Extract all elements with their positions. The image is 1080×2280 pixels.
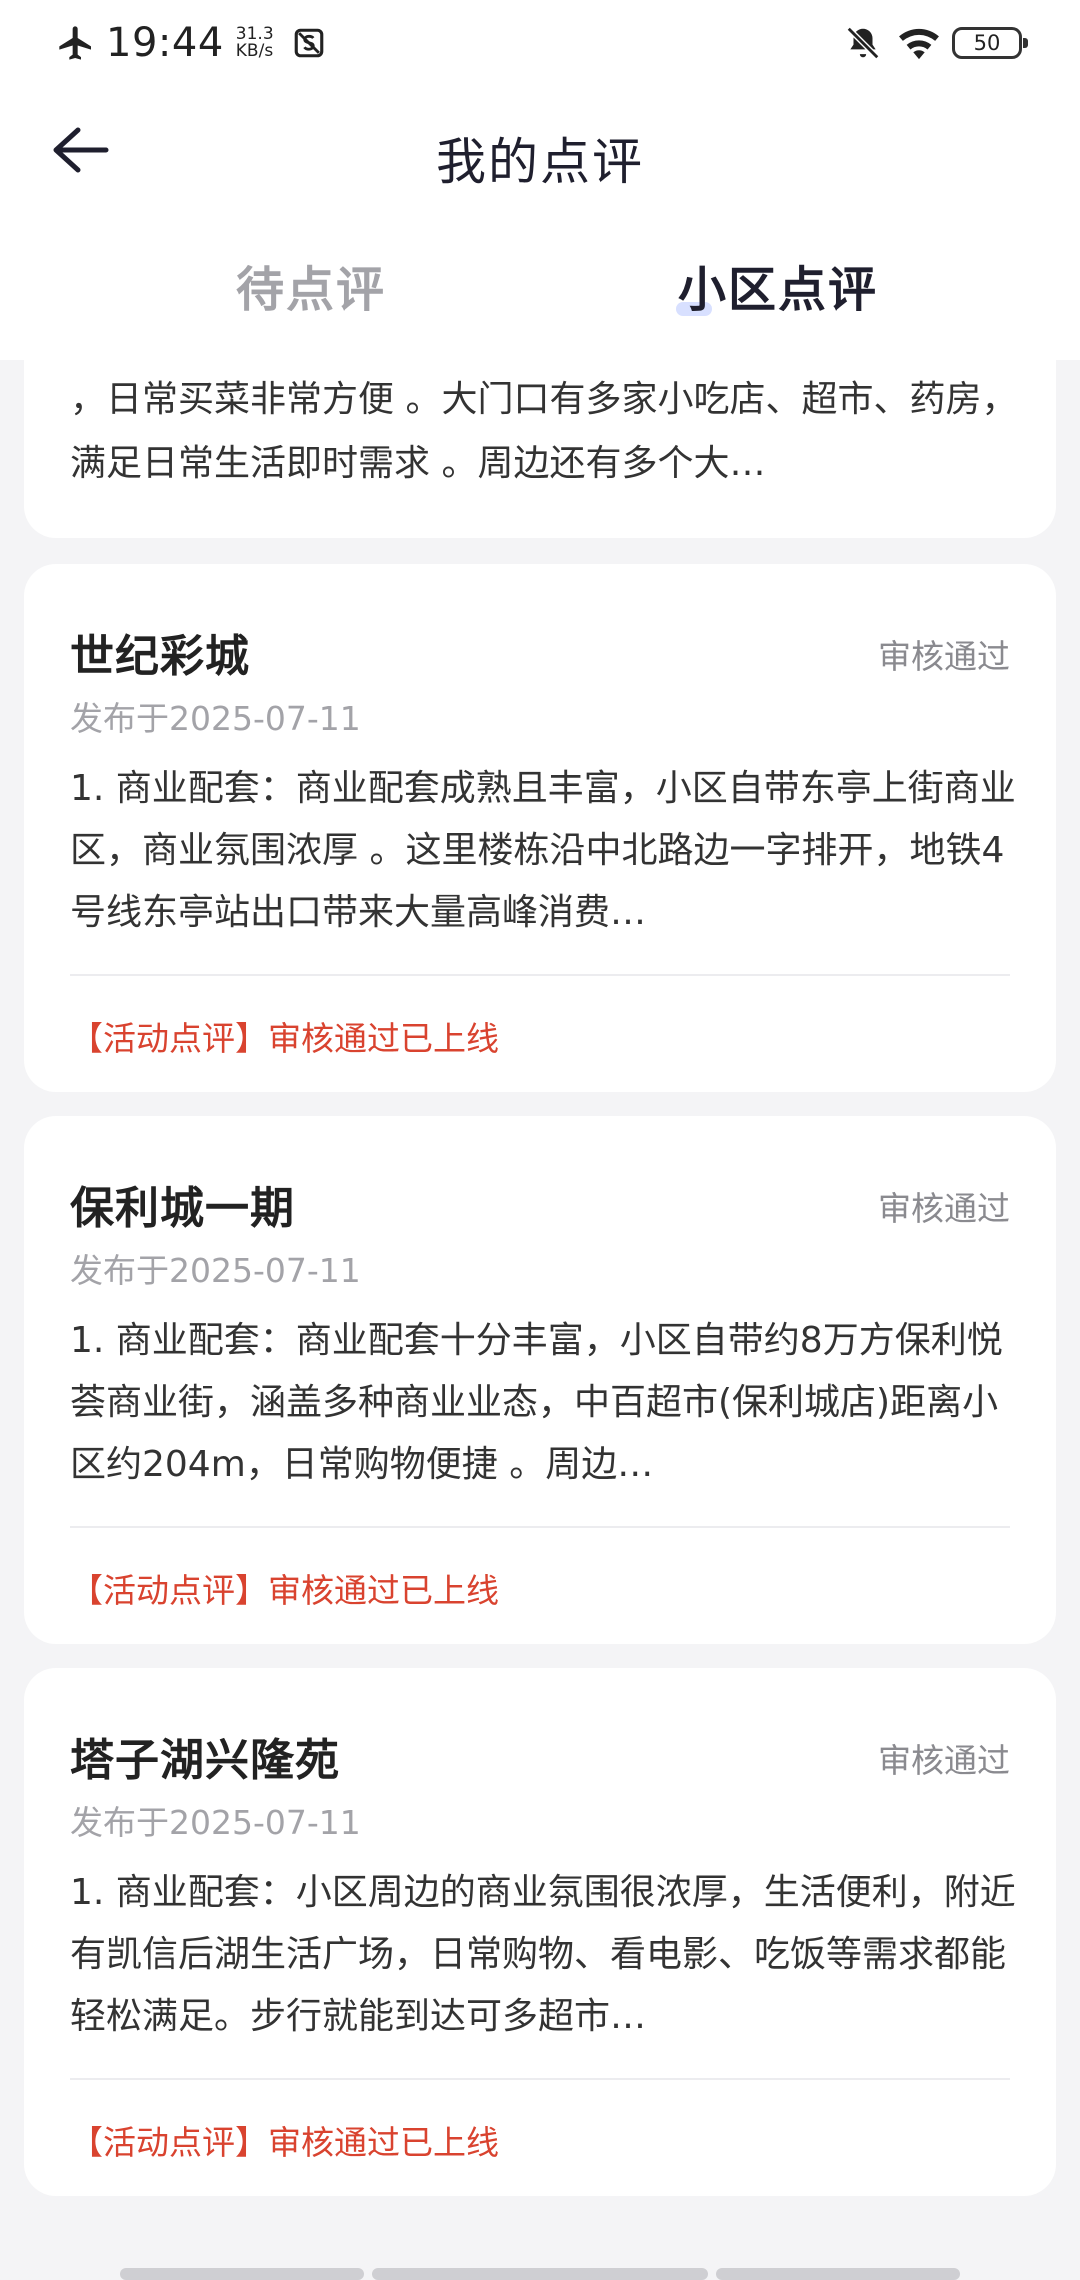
review-body: 1. 商业配套：商业配套成熟且丰富，小区自带东亭上街商业区，商业氛围浓厚 。这里… (70, 768, 1016, 933)
tab-bar: 待点评 小区点评 (0, 240, 1080, 330)
header: 19:44 31.3 KB/s 50 我的点评 待点评 小区点评 (0, 0, 1080, 360)
bottom-bar-segment (716, 2268, 960, 2280)
review-body: 1. 商业配套：小区周边的商业氛围很浓厚，生活便利，附近有凯信后湖生活广场，日常… (70, 1872, 1016, 2037)
review-status: 审核通过 (878, 1189, 1010, 1228)
tab-pending-reviews[interactable]: 待点评 (236, 250, 386, 320)
status-left: 19:44 31.3 KB/s (56, 18, 326, 68)
tab-community-reviews[interactable]: 小区点评 (678, 250, 878, 320)
review-card[interactable]: 保利城一期 审核通过 发布于2025-07-11 1. 商业配套：商业配套十分丰… (24, 1116, 1056, 1644)
review-card[interactable]: 世纪彩城 审核通过 发布于2025-07-11 1. 商业配套：商业配套成熟且丰… (24, 564, 1056, 1092)
bell-off-icon (846, 26, 880, 60)
battery-level: 50 (973, 31, 1001, 55)
review-body: 1. 商业配套：商业配套十分丰富，小区自带约8万方保利悦荟商业街，涵盖多种商业业… (70, 1320, 1003, 1485)
review-date: 发布于2025-07-11 (70, 1251, 361, 1290)
review-community-name: 世纪彩城 (70, 631, 250, 682)
review-community-name: 保利城一期 (70, 1183, 295, 1234)
status-time: 19:44 (106, 20, 224, 66)
review-status: 审核通过 (878, 637, 1010, 676)
card-divider (70, 2078, 1010, 2080)
bottom-bar-segment (372, 2268, 708, 2280)
review-community-name: 塔子湖兴隆苑 (70, 1735, 340, 1786)
review-activity-note: 【活动点评】审核通过已上线 (70, 1571, 499, 1610)
review-date: 发布于2025-07-11 (70, 699, 361, 738)
review-body: ，日常买菜非常方便 。大门口有多家小吃店、超市、药房，满足日常生活即时需求 。周… (70, 379, 1018, 484)
network-speed: 31.3 KB/s (236, 26, 274, 60)
page-title: 我的点评 (436, 133, 644, 191)
airplane-icon (59, 26, 91, 60)
notification-s-icon (294, 28, 323, 58)
review-card[interactable]: 塔子湖兴隆苑 审核通过 发布于2025-07-11 1. 商业配套：小区周边的商… (24, 1668, 1056, 2196)
status-bar: 19:44 31.3 KB/s 50 (0, 0, 1080, 86)
status-right: 50 (844, 18, 1028, 68)
review-activity-note: 【活动点评】审核通过已上线 (70, 2123, 499, 2162)
review-activity-note: 【活动点评】审核通过已上线 (70, 1019, 499, 1058)
battery-indicator: 50 (952, 27, 1028, 59)
network-speed-unit: KB/s (235, 41, 274, 61)
card-divider (70, 974, 1010, 976)
nav-bar: 我的点评 (0, 100, 1080, 200)
wifi-icon (899, 28, 939, 60)
card-divider (70, 1526, 1010, 1528)
review-date: 发布于2025-07-11 (70, 1803, 361, 1842)
bottom-bar-segment (120, 2268, 364, 2280)
review-status: 审核通过 (878, 1741, 1010, 1780)
